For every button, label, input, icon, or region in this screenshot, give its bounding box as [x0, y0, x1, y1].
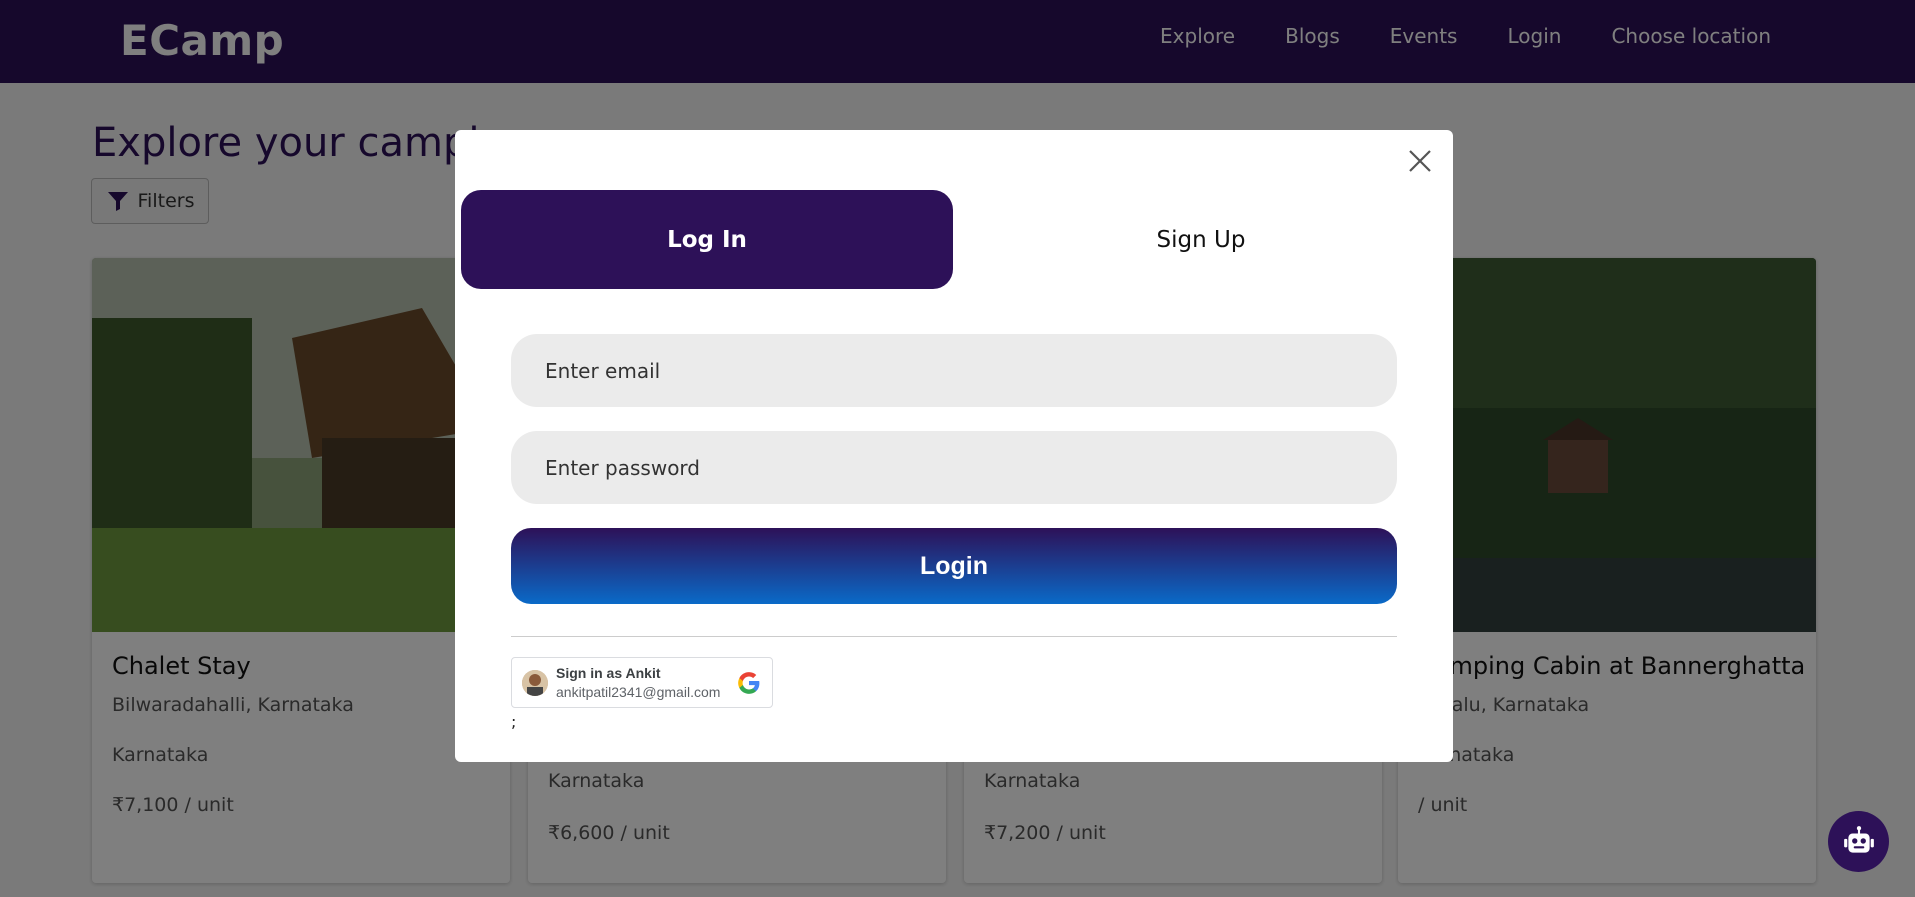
tab-login[interactable]: Log In: [461, 190, 953, 289]
close-button[interactable]: [1405, 146, 1435, 176]
avatar: [522, 670, 548, 696]
google-sign-in-button[interactable]: Sign in as Ankit ankitpatil2341@gmail.co…: [511, 657, 773, 708]
divider: [511, 636, 1397, 637]
chatbot-button[interactable]: [1828, 811, 1889, 872]
auth-modal: Log In Sign Up Login Sign in as Ankit an…: [455, 130, 1453, 762]
google-account-email: ankitpatil2341@gmail.com: [556, 684, 721, 700]
password-input[interactable]: [511, 431, 1397, 504]
email-input[interactable]: [511, 334, 1397, 407]
login-button[interactable]: Login: [511, 528, 1397, 604]
robot-icon: [1843, 825, 1874, 853]
google-account-name: Sign in as Ankit: [556, 665, 661, 681]
tab-signup[interactable]: Sign Up: [955, 190, 1447, 289]
google-icon: [738, 672, 760, 694]
stray-text: ;: [511, 712, 517, 731]
close-icon: [1409, 150, 1431, 172]
